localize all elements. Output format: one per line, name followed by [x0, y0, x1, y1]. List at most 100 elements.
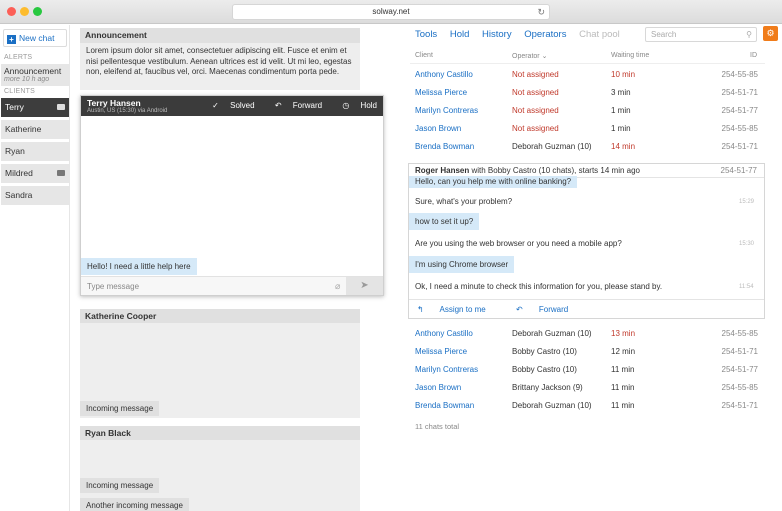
message-text: I'm using Chrome browser [415, 260, 509, 269]
solved-button[interactable]: ✓ Solved [203, 101, 254, 110]
chat-panel-ryan[interactable]: Ryan Black Incoming message Another inco… [80, 426, 360, 511]
client-label: Ryan [5, 146, 25, 156]
chat-message-operator: Sure, what's your problem? 15:29 [409, 193, 764, 210]
sidebar-item-announcement[interactable]: Announcement more 10 h ago [1, 64, 69, 86]
message-time: 15:29 [739, 199, 755, 205]
active-chat-window: Terry Hansen Austin, US (15:30) via Andr… [80, 95, 384, 296]
header-waiting[interactable]: Waiting time [611, 52, 649, 59]
new-chat-label: New chat [19, 33, 55, 43]
operator-cell: Deborah Guzman (10) [512, 329, 592, 338]
sidebar-item-ryan[interactable]: Ryan [1, 142, 69, 161]
incoming-message: Hello! I need a little help here [81, 258, 197, 275]
tab-chat-pool[interactable]: Chat pool [579, 29, 620, 40]
tab-tools[interactable]: Tools [415, 29, 437, 40]
address-bar[interactable]: solway.net ↻ [232, 4, 550, 20]
new-chat-button[interactable]: + New chat [3, 29, 67, 47]
send-button[interactable]: ➤ [346, 277, 383, 295]
chat-client-meta: Austin, US (15:30) via Android [87, 108, 168, 114]
tab-hold[interactable]: Hold [450, 29, 470, 40]
chat-message-operator: Ok, I need a minute to check this inform… [409, 278, 764, 295]
check-icon: ✓ [212, 101, 219, 110]
client-link[interactable]: Melissa Pierce [415, 88, 467, 97]
clock-icon: ◷ [342, 101, 350, 110]
forward-button[interactable]: ↶ Forward [516, 305, 582, 314]
tab-history[interactable]: History [482, 29, 512, 40]
table-row[interactable]: Jason Brown Not assigned 1 min 254-55-85 [410, 120, 765, 138]
chat-message-user: I'm using Chrome browser [409, 256, 515, 273]
sidebar-item-katherine[interactable]: Katherine [1, 120, 69, 139]
operator-cell: Not assigned [512, 88, 559, 97]
id-cell: 254-55-85 [721, 124, 758, 133]
reply-icon: ↰ [417, 305, 424, 314]
header-operator[interactable]: Operator ⌄ [512, 52, 547, 60]
announcement-item-title: Announcement [4, 66, 62, 76]
operator-cell: Deborah Guzman (10) [512, 401, 592, 410]
sidebar-item-mildred[interactable]: Mildred [1, 164, 69, 183]
assign-to-me-button[interactable]: ↰ Assign to me [417, 305, 500, 314]
header-id[interactable]: ID [750, 52, 757, 59]
attach-icon[interactable]: ⌀ [335, 281, 340, 292]
divider [410, 63, 765, 64]
chat-header: Terry Hansen Austin, US (15:30) via Andr… [81, 96, 383, 116]
message-text: Are you using the web browser or you nee… [415, 239, 622, 248]
incoming-message: Incoming message [80, 401, 160, 416]
search-input[interactable]: Search ⚲ [645, 27, 757, 42]
header-client[interactable]: Client [415, 52, 433, 59]
client-link[interactable]: Melissa Pierce [415, 347, 467, 356]
waiting-cell: 11 min [611, 401, 635, 410]
table-row[interactable]: Anthony Castillo Deborah Guzman (10) 13 … [410, 325, 765, 343]
message-input[interactable]: Type message [87, 282, 139, 291]
waiting-cell: 11 min [611, 365, 635, 374]
client-link[interactable]: Marilyn Contreras [415, 365, 478, 374]
client-link[interactable]: Anthony Castillo [415, 70, 473, 79]
announcement-title: Announcement [80, 28, 360, 43]
waiting-cell: 3 min [611, 88, 631, 97]
sidebar-item-sandra[interactable]: Sandra [1, 186, 69, 205]
table-row[interactable]: Marilyn Contreras Bobby Castro (10) 11 m… [410, 361, 765, 379]
hold-button[interactable]: ◷ Hold [333, 101, 377, 110]
close-window-button[interactable] [7, 7, 16, 16]
client-link[interactable]: Marilyn Contreras [415, 106, 478, 115]
client-link[interactable]: Jason Brown [415, 383, 461, 392]
sidebar-item-terry[interactable]: Terry [1, 98, 69, 117]
expanded-id: 254-51-77 [720, 166, 757, 175]
chats-total: 11 chats total [415, 422, 460, 431]
client-link[interactable]: Brenda Bowman [415, 142, 474, 151]
waiting-cell: 13 min [611, 329, 636, 338]
message-time: 11:54 [739, 284, 754, 290]
table-row[interactable]: Marilyn Contreras Not assigned 1 min 254… [410, 102, 765, 120]
forward-label: Forward [292, 101, 323, 110]
waiting-cell: 14 min [611, 142, 636, 151]
expanded-summary: with Bobby Castro (10 chats), starts 14 … [471, 166, 640, 175]
client-link[interactable]: Brenda Bowman [415, 401, 474, 410]
expanded-actions: ↰ Assign to me ↶ Forward [409, 299, 764, 319]
gear-icon: ⚙ [766, 28, 775, 38]
tab-operators[interactable]: Operators [524, 29, 566, 40]
table-row[interactable]: Jason Brown Brittany Jackson (9) 11 min … [410, 379, 765, 397]
reload-icon[interactable]: ↻ [537, 5, 545, 19]
forward-icon: ↶ [274, 101, 282, 110]
settings-button[interactable]: ⚙ [763, 26, 778, 41]
table-row[interactable]: Anthony Castillo Not assigned 10 min 254… [410, 66, 765, 84]
forward-button[interactable]: ↶ Forward [266, 101, 322, 110]
waiting-cell: 11 min [611, 383, 635, 392]
chat-panel-katherine[interactable]: Katherine Cooper Incoming message [80, 309, 360, 418]
message-text: Ok, I need a minute to check this inform… [415, 282, 663, 291]
id-cell: 254-55-85 [721, 70, 758, 79]
sidebar: + New chat ALERTS Announcement more 10 h … [0, 25, 70, 511]
operator-cell: Brittany Jackson (9) [512, 383, 583, 392]
zoom-window-button[interactable] [33, 7, 42, 16]
minimize-window-button[interactable] [20, 7, 29, 16]
table-row[interactable]: Melissa Pierce Not assigned 3 min 254-51… [410, 84, 765, 102]
client-link[interactable]: Jason Brown [415, 124, 461, 133]
table-row[interactable]: Brenda Bowman Deborah Guzman (10) 14 min… [410, 138, 765, 156]
panel-title: Ryan Black [80, 426, 360, 440]
message-text: Hello, can you help me with online banki… [415, 177, 572, 186]
message-text: Sure, what's your problem? [415, 197, 513, 206]
clients-section-label: CLIENTS [4, 88, 35, 95]
table-row[interactable]: Brenda Bowman Deborah Guzman (10) 11 min… [410, 397, 765, 415]
chat-bubble-icon [57, 170, 65, 176]
header-operator-label: Operator [512, 53, 540, 60]
client-link[interactable]: Anthony Castillo [415, 329, 473, 338]
table-row[interactable]: Melissa Pierce Bobby Castro (10) 12 min … [410, 343, 765, 361]
